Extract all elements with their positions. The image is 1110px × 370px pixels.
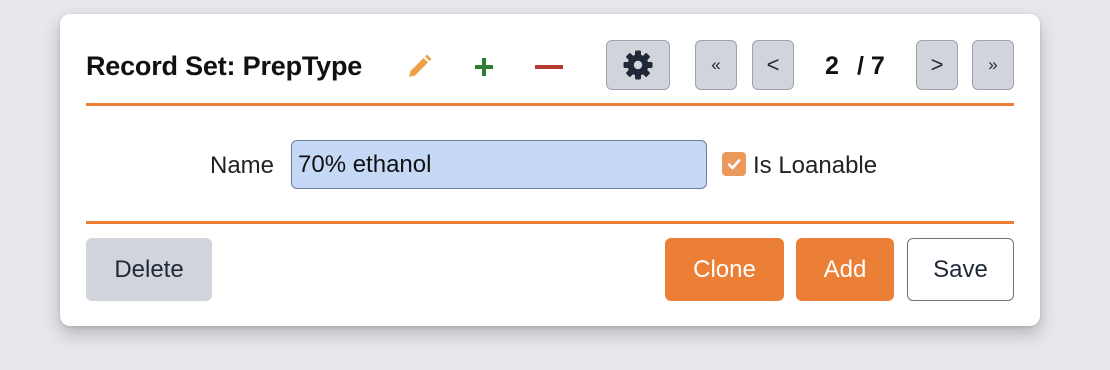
record-pager: 2 / 7 (814, 52, 885, 80)
pager-separator: / (856, 52, 864, 80)
header-divider (86, 103, 1014, 106)
gear-icon (623, 50, 653, 80)
is-loanable-label: Is Loanable (753, 152, 878, 179)
settings-button[interactable] (606, 40, 670, 90)
total-record-count: 7 (870, 52, 885, 80)
is-loanable-checkbox[interactable] (722, 152, 746, 176)
first-record-button[interactable]: « (695, 40, 737, 90)
current-record-number: 2 (825, 52, 839, 80)
pencil-icon (409, 54, 432, 77)
minus-icon (535, 65, 563, 69)
delete-button[interactable]: Delete (86, 238, 212, 301)
next-record-button[interactable]: > (916, 40, 958, 90)
add-button[interactable]: Add (796, 238, 894, 301)
record-set-title: Record Set: PrepType (86, 51, 363, 81)
save-button[interactable]: Save (907, 238, 1014, 301)
name-label: Name (210, 152, 275, 179)
footer-divider (86, 221, 1014, 224)
last-record-button[interactable]: » (972, 40, 1014, 90)
plus-icon (475, 58, 493, 76)
previous-record-button[interactable]: < (752, 40, 794, 90)
record-set-dialog: Record Set: PrepType « < 2 / 7 > » Name … (60, 14, 1040, 326)
edit-button[interactable] (402, 50, 436, 84)
clone-button[interactable]: Clone (665, 238, 784, 301)
checkmark-icon (727, 159, 741, 170)
remove-record-button[interactable] (530, 50, 568, 84)
dialog-header: Record Set: PrepType « < 2 / 7 > » (86, 40, 1014, 92)
name-input[interactable] (291, 140, 707, 189)
add-record-button[interactable] (467, 50, 501, 84)
